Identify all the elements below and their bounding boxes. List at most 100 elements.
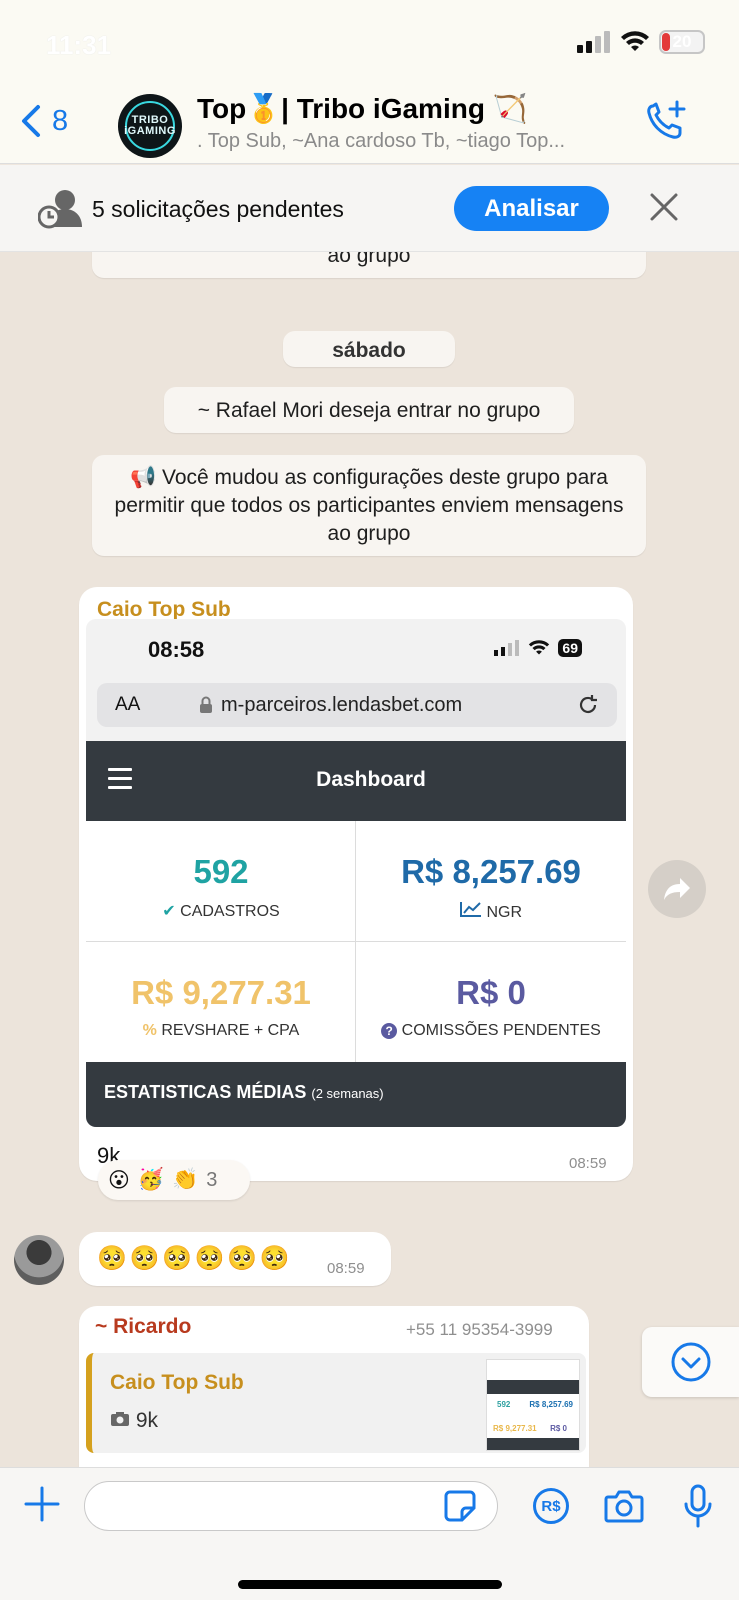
forward-button[interactable] xyxy=(648,860,706,918)
join-request-message: ~ Rafael Mori deseja entrar no grupo xyxy=(164,387,574,433)
analyze-button[interactable]: Analisar xyxy=(454,186,609,231)
status-icons: 20 xyxy=(577,30,705,54)
battery-text: 20 xyxy=(672,32,692,51)
dashboard-screenshot[interactable]: 08:58 69 AA m-parceiros.lendasbet.com Da… xyxy=(86,619,626,1127)
thumb-value: 592 xyxy=(497,1400,511,1409)
battery-icon: 20 xyxy=(659,30,705,54)
thumb-value: R$ 9,277.31 xyxy=(493,1424,537,1433)
thumb-value: R$ 8,257.69 xyxy=(529,1400,573,1409)
sender-avatar[interactable] xyxy=(14,1235,64,1285)
screenshot-battery: 69 xyxy=(558,639,582,657)
check-icon: ✔ xyxy=(162,903,176,920)
card-label: ? COMISSÕES PENDENTES xyxy=(356,1022,626,1040)
chevron-left-icon xyxy=(22,105,40,137)
card-value: R$ 9,277.31 xyxy=(131,974,311,1011)
card-cadastros: 592 ✔ CADASTROS xyxy=(86,821,356,941)
card-value: R$ 8,257.69 xyxy=(401,853,581,890)
settings-notice-message: 📢 Você mudou as configurações deste grup… xyxy=(92,455,646,556)
close-icon[interactable] xyxy=(648,191,680,223)
thumb-header xyxy=(487,1380,579,1394)
chevron-down-circle-icon xyxy=(671,1342,710,1382)
reload-icon xyxy=(579,695,597,714)
status-bar: 11:31 20 xyxy=(0,0,739,86)
home-indicator xyxy=(238,1580,502,1589)
avatar-ring: TRIBO iGAMING xyxy=(124,101,176,151)
quoted-message[interactable]: Caio Top Sub 9k 592 R$ 8,257.69 R$ 9,277… xyxy=(86,1353,586,1453)
microphone-icon[interactable] xyxy=(684,1484,712,1528)
chart-line-icon xyxy=(459,902,481,917)
quoted-caption: 9k xyxy=(110,1409,158,1433)
pending-requests-text: 5 solicitações pendentes xyxy=(92,196,344,222)
reactions-bar[interactable]: 😮 🥳 👏 3 xyxy=(98,1160,250,1200)
card-revshare: R$ 9,277.31 % REVSHARE + CPA xyxy=(86,942,356,1062)
group-members[interactable]: . Top Sub, ~Ana cardoso Tb, ~tiago Top..… xyxy=(197,130,617,153)
card-label-text: REVSHARE + CPA xyxy=(161,1022,300,1039)
reaction-count: 3 xyxy=(206,1168,218,1191)
card-ngr: R$ 8,257.69 NGR xyxy=(356,821,626,941)
percent-icon: % xyxy=(142,1022,157,1039)
card-label: ✔ CADASTROS xyxy=(86,901,356,921)
screenshot-wifi-icon xyxy=(529,640,550,655)
sticker-icon[interactable] xyxy=(444,1490,476,1522)
thumb-value: R$ 0 xyxy=(550,1424,567,1433)
card-value: R$ 0 xyxy=(456,974,526,1011)
card-value: 592 xyxy=(193,853,249,890)
payment-icon[interactable]: R$ xyxy=(533,1488,569,1524)
dashboard-title: Dashboard xyxy=(316,768,426,791)
card-label-text: COMISSÕES PENDENTES xyxy=(401,1022,601,1039)
pending-user-icon xyxy=(38,190,82,229)
thumb-footer xyxy=(487,1438,579,1450)
date-chip-text: sábado xyxy=(332,339,406,362)
settings-notice-text: 📢 Você mudou as configurações deste grup… xyxy=(114,466,624,545)
partial-message-text: ao grupo xyxy=(327,252,411,267)
card-label-text: CADASTROS xyxy=(180,903,280,920)
dashboard-cards: 592 ✔ CADASTROS R$ 8,257.69 NGR R$ 9,277… xyxy=(86,821,626,1062)
question-icon: ? xyxy=(381,1023,398,1039)
date-chip: sábado xyxy=(283,331,455,367)
camera-icon xyxy=(111,1412,129,1426)
reaction-emoji: 🥳 xyxy=(137,1168,165,1191)
stats-header: ESTATISTICAS MÉDIAS (2 semanas) xyxy=(86,1062,626,1127)
chat-area[interactable]: ao grupo sábado ~ Rafael Mori deseja ent… xyxy=(0,252,739,1467)
signal-icon xyxy=(577,31,610,53)
card-divider-h xyxy=(86,941,626,942)
dashboard-header: Dashboard xyxy=(86,741,626,821)
plus-icon[interactable] xyxy=(24,1486,60,1522)
screenshot-url: m-parceiros.lendasbet.com xyxy=(221,694,463,716)
quoted-caption-text: 9k xyxy=(135,1409,159,1432)
avatar-text: TRIBO iGAMING xyxy=(124,114,176,137)
stats-title: ESTATISTICAS MÉDIAS (2 semanas) xyxy=(104,1082,384,1103)
scroll-down-button[interactable] xyxy=(642,1327,739,1397)
emoji-message-bubble[interactable]: 🥺 🥺 🥺 🥺 🥺 🥺 08:59 xyxy=(79,1232,391,1286)
message-time: 08:59 xyxy=(327,1260,365,1277)
camera-icon[interactable] xyxy=(604,1488,644,1524)
screenshot-time: 08:58 xyxy=(148,637,205,662)
screenshot-signal-icon xyxy=(494,640,520,656)
message-input[interactable] xyxy=(84,1481,498,1531)
quoted-sender: Caio Top Sub xyxy=(110,1371,244,1394)
chat-header: 8 TRIBO iGAMING Top🥇| Tribo iGaming 🏹 . … xyxy=(0,86,739,164)
add-call-icon[interactable] xyxy=(645,100,689,144)
stats-title-text: ESTATISTICAS MÉDIAS xyxy=(104,1082,307,1102)
group-title[interactable]: Top🥇| Tribo iGaming 🏹 xyxy=(197,92,528,125)
system-message-partial: ao grupo xyxy=(92,252,646,278)
back-count: 8 xyxy=(52,104,69,137)
message-time: 08:59 xyxy=(569,1155,607,1172)
screenshot-url-bar: AA m-parceiros.lendasbet.com xyxy=(97,683,617,727)
stats-subtitle: (2 semanas) xyxy=(311,1086,384,1101)
card-label-text: NGR xyxy=(486,904,522,921)
forward-icon xyxy=(664,878,690,900)
message-sender[interactable]: ~ Ricardo xyxy=(95,1315,191,1339)
reaction-emoji: 👏 xyxy=(172,1168,199,1191)
join-request-text: ~ Rafael Mori deseja entrar no grupo xyxy=(197,399,541,422)
back-button[interactable]: 8 xyxy=(20,104,68,138)
status-time: 11:31 xyxy=(46,30,112,60)
reaction-emoji: 😮 xyxy=(108,1168,130,1192)
lock-icon xyxy=(200,696,212,713)
screenshot-aa: AA xyxy=(115,694,141,715)
card-comissoes: R$ 0 ? COMISSÕES PENDENTES xyxy=(356,942,626,1062)
group-avatar[interactable]: TRIBO iGAMING xyxy=(118,94,182,158)
card-label: % REVSHARE + CPA xyxy=(86,1022,356,1040)
wifi-icon xyxy=(621,31,649,51)
screenshot-status-icons: 69 xyxy=(494,639,582,657)
